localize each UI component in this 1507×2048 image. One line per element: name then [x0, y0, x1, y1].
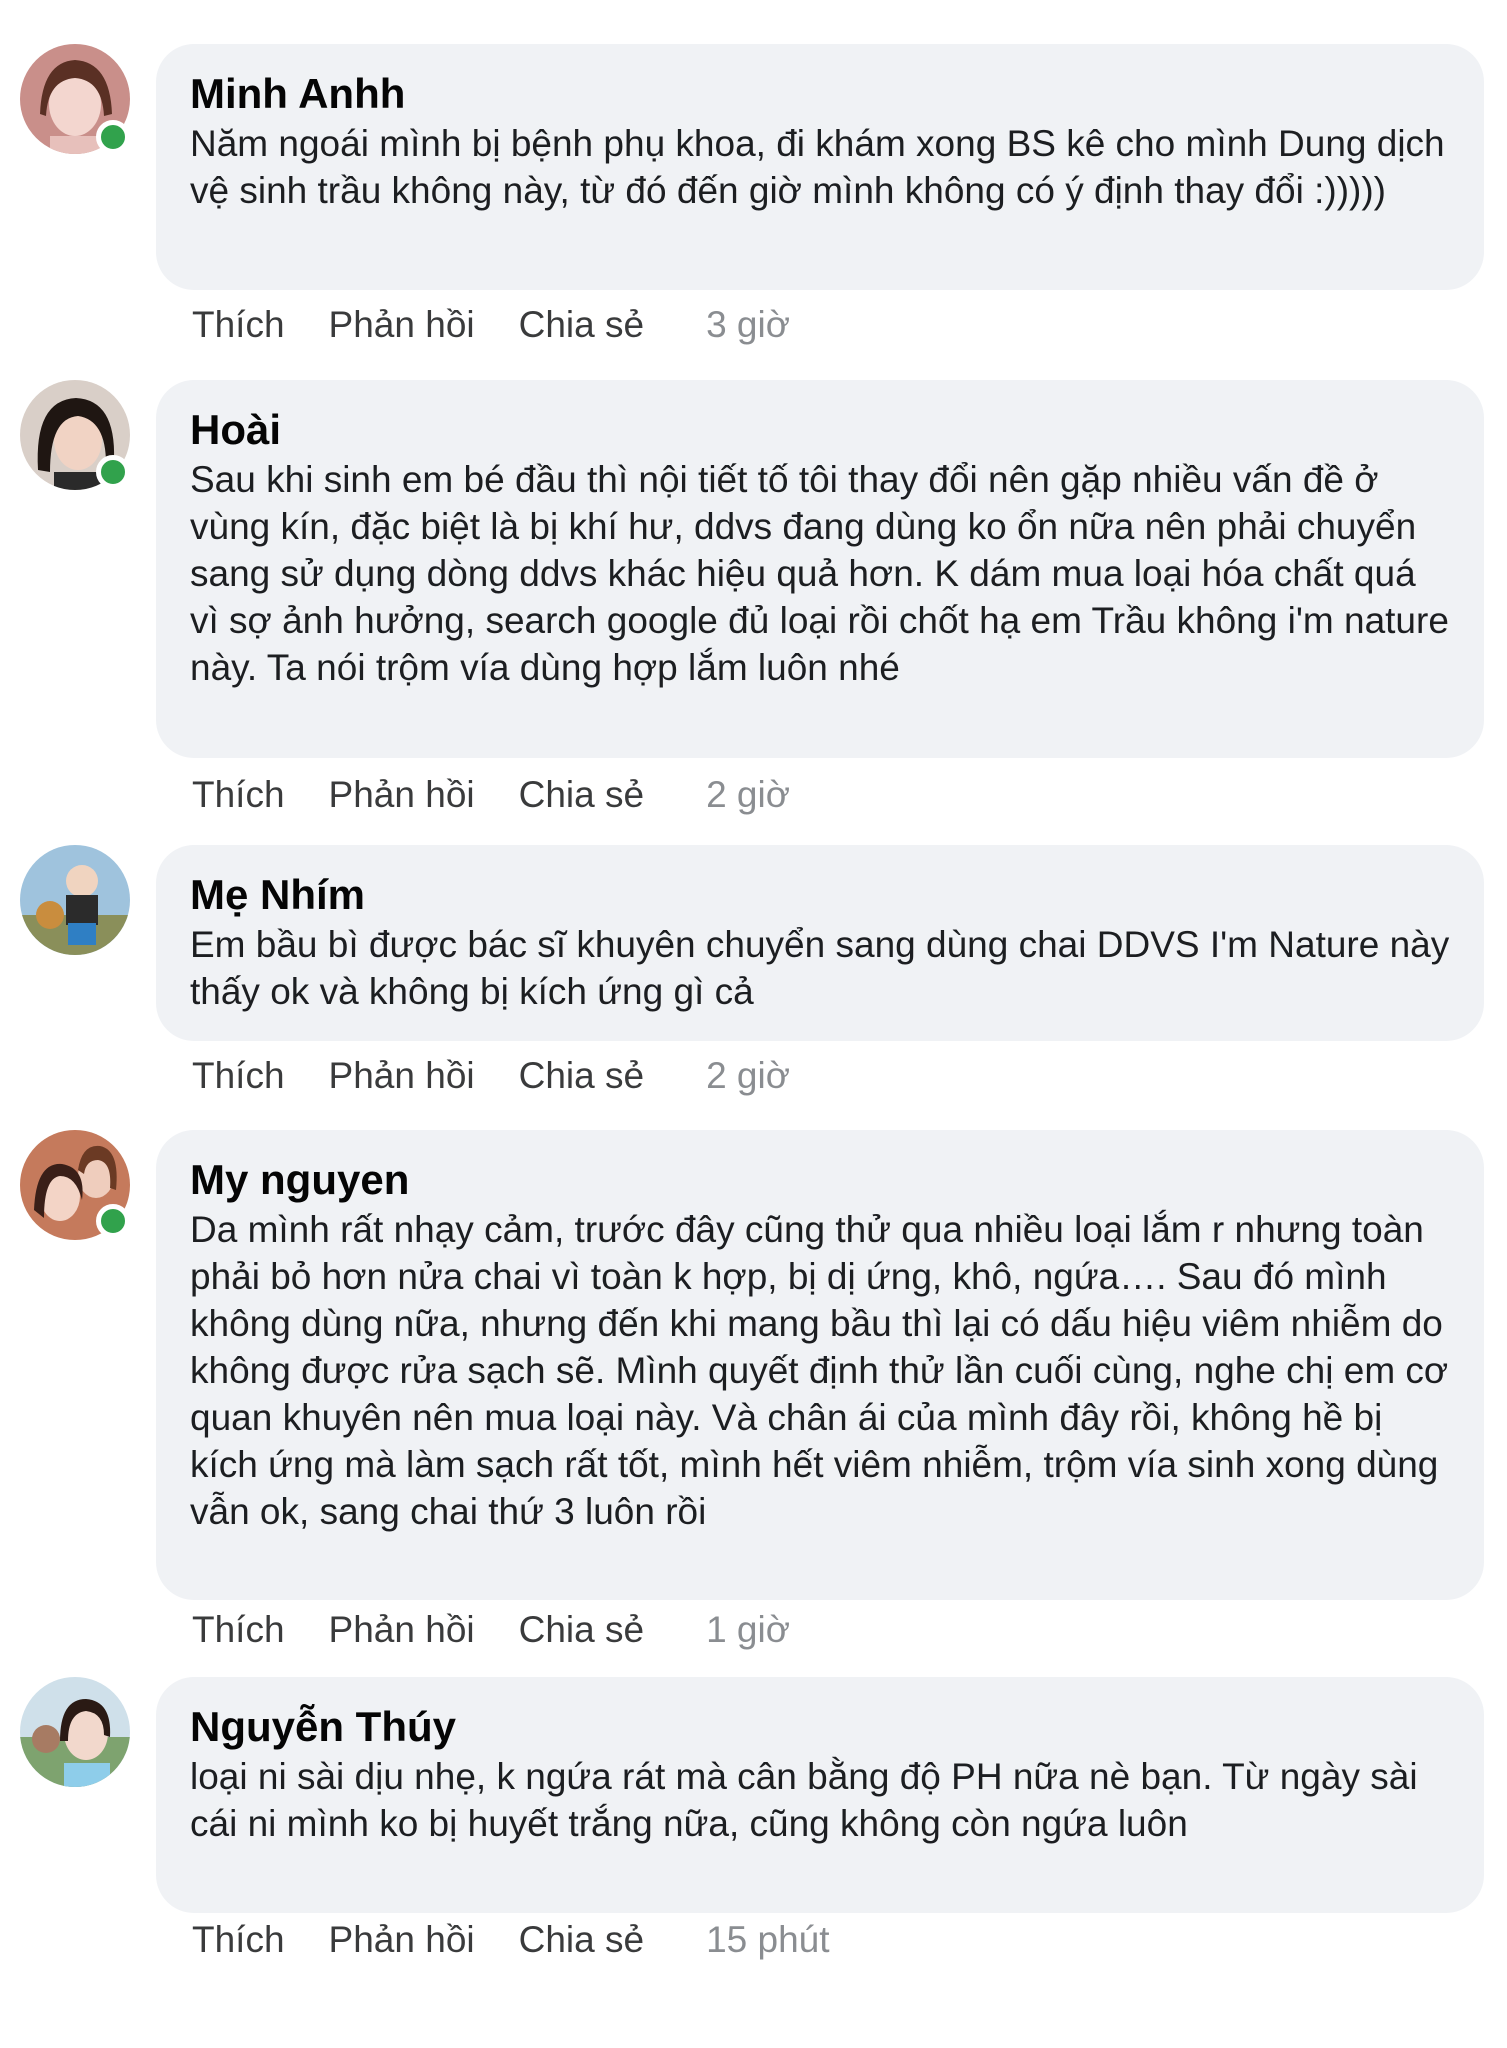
like-button[interactable]: Thích: [192, 774, 285, 816]
comment-actions: Thích Phản hồi Chia sẻ 2 giờ: [192, 1051, 790, 1101]
comment-timestamp[interactable]: 1 giờ: [706, 1609, 790, 1651]
comment-author[interactable]: My nguyen: [190, 1156, 1450, 1204]
like-button[interactable]: Thích: [192, 1055, 285, 1097]
comment-bubble: My nguyen Da mình rất nhạy cảm, trước đâ…: [156, 1130, 1484, 1600]
comment-timestamp[interactable]: 2 giờ: [706, 1055, 790, 1097]
comment-bubble: Nguyễn Thúy loại ni sài dịu nhẹ, k ngứa …: [156, 1677, 1484, 1913]
share-button[interactable]: Chia sẻ: [519, 1055, 644, 1097]
reply-button[interactable]: Phản hồi: [329, 1609, 475, 1651]
reply-button[interactable]: Phản hồi: [329, 1919, 475, 1961]
comment-bubble: Minh Anhh Năm ngoái mình bị bệnh phụ kho…: [156, 44, 1484, 290]
avatar-photo: [20, 845, 130, 955]
comment-author[interactable]: Hoài: [190, 406, 1450, 454]
comment-timestamp[interactable]: 3 giờ: [706, 304, 790, 346]
comment-author[interactable]: Mẹ Nhím: [190, 871, 1450, 919]
share-button[interactable]: Chia sẻ: [519, 1609, 644, 1651]
comment-author[interactable]: Nguyễn Thúy: [190, 1703, 1450, 1751]
comment-timestamp[interactable]: 15 phút: [706, 1919, 829, 1961]
share-button[interactable]: Chia sẻ: [519, 304, 644, 346]
comment-actions: Thích Phản hồi Chia sẻ 2 giờ: [192, 770, 790, 820]
comment-text: Em bầu bì được bác sĩ khuyên chuyển sang…: [190, 924, 1450, 1012]
comment-author[interactable]: Minh Anhh: [190, 70, 1450, 118]
share-button[interactable]: Chia sẻ: [519, 1919, 644, 1961]
online-status-indicator: [96, 120, 130, 154]
avatar-photo: [20, 1677, 130, 1787]
comment-actions: Thích Phản hồi Chia sẻ 3 giờ: [192, 300, 790, 350]
reply-button[interactable]: Phản hồi: [329, 304, 475, 346]
share-button[interactable]: Chia sẻ: [519, 774, 644, 816]
comment-text: Năm ngoái mình bị bệnh phụ khoa, đi khám…: [190, 123, 1445, 211]
like-button[interactable]: Thích: [192, 304, 285, 346]
comment-actions: Thích Phản hồi Chia sẻ 1 giờ: [192, 1605, 790, 1655]
comment-actions: Thích Phản hồi Chia sẻ 15 phút: [192, 1915, 830, 1965]
comment-text: Da mình rất nhạy cảm, trước đây cũng thử…: [190, 1209, 1449, 1532]
like-button[interactable]: Thích: [192, 1919, 285, 1961]
like-button[interactable]: Thích: [192, 1609, 285, 1651]
online-status-indicator: [96, 455, 130, 489]
comment-timestamp[interactable]: 2 giờ: [706, 774, 790, 816]
reply-button[interactable]: Phản hồi: [329, 1055, 475, 1097]
comment-bubble: Mẹ Nhím Em bầu bì được bác sĩ khuyên chu…: [156, 845, 1484, 1041]
avatar[interactable]: [20, 1677, 130, 1787]
reply-button[interactable]: Phản hồi: [329, 774, 475, 816]
online-status-indicator: [96, 1204, 130, 1238]
comment-bubble: Hoài Sau khi sinh em bé đầu thì nội tiết…: [156, 380, 1484, 758]
comment-text: loại ni sài dịu nhẹ, k ngứa rát mà cân b…: [190, 1756, 1418, 1844]
comment-text: Sau khi sinh em bé đầu thì nội tiết tố t…: [190, 459, 1449, 688]
avatar[interactable]: [20, 845, 130, 955]
